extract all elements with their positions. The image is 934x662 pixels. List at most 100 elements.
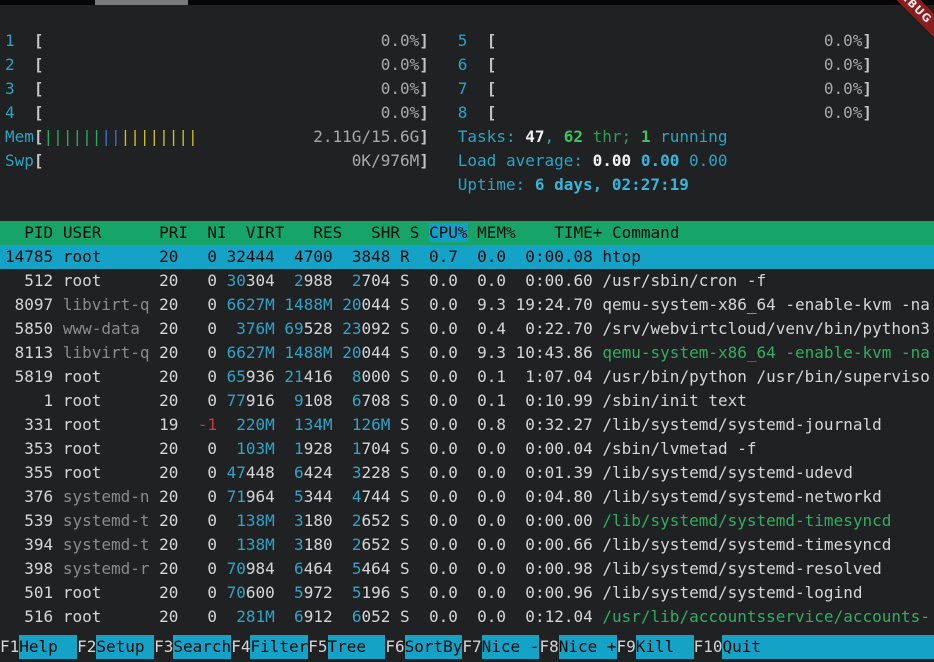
footer-action-kill[interactable]: F9Kill (617, 635, 694, 659)
column-header-cpu[interactable]: CPU% (429, 223, 468, 242)
footer-action-help[interactable]: F1Help (0, 635, 77, 659)
cpu-percent-cell: 0.0 (419, 583, 458, 602)
column-header-command[interactable]: Command (612, 223, 679, 242)
tasks-stat-2: , (544, 127, 563, 146)
footer-key-f7: F7 (462, 635, 481, 659)
command-cell: /sbin/init text (602, 391, 747, 410)
command-cell: htop (602, 247, 641, 266)
load-average-stat-3: 0.00 (689, 151, 728, 170)
command-cell: /sbin/lvmetad -f (602, 439, 756, 458)
mem-percent-cell: 0.0 (468, 511, 507, 530)
swp-meter-open-bracket: [ (34, 151, 44, 170)
cpu-percent-cell: 0.0 (419, 439, 458, 458)
column-header-pid[interactable]: PID (5, 223, 53, 242)
command-cell: /lib/systemd/systemd-timesyncd (602, 511, 891, 530)
user-cell: systemd-n (63, 487, 150, 506)
pri-cell: 20 (150, 439, 179, 458)
pri-cell: 20 (150, 343, 179, 362)
mem-percent-cell: 9.3 (468, 295, 507, 314)
process-row-516[interactable]: 516 root 20 0 281M 6912 6052 S 0.0 0.0 0… (0, 605, 934, 629)
footer-action-filter[interactable]: F4Filter (231, 635, 308, 659)
process-row-398[interactable]: 398 systemd-r 20 0 70984 6464 5464 S 0.0… (0, 557, 934, 581)
state-cell: S (400, 391, 410, 410)
pri-cell: 20 (150, 559, 179, 578)
process-row-8113[interactable]: 8113 libvirt-q 20 0 6627M 1488M 20044 S … (0, 341, 934, 365)
ni-cell: -1 (188, 415, 217, 434)
pid-cell: 8097 (5, 295, 53, 314)
pid-cell: 1 (5, 391, 53, 410)
process-row-5850[interactable]: 5850 www-data 20 0 376M 69528 23092 S 0.… (0, 317, 934, 341)
process-row-14785[interactable]: 14785 root 20 0 32444 4700 3848 R 0.7 0.… (0, 245, 934, 269)
user-cell: systemd-t (63, 511, 150, 530)
command-cell: /lib/systemd/systemd-timesyncd (602, 535, 891, 554)
ni-cell: 0 (188, 535, 217, 554)
column-header-virt[interactable]: VIRT (236, 223, 284, 242)
cpu-meter-4-label: 4 (5, 103, 34, 122)
column-header-pri[interactable]: PRI (159, 223, 188, 242)
process-row-5819[interactable]: 5819 root 20 0 65936 21416 8000 S 0.0 0.… (0, 365, 934, 389)
footer-action-nice[interactable]: F8Nice + (539, 635, 616, 659)
state-cell: S (400, 535, 410, 554)
swp-meter-value: 0K/976M (352, 151, 419, 170)
process-row-8097[interactable]: 8097 libvirt-q 20 0 6627M 1488M 20044 S … (0, 293, 934, 317)
column-header-s[interactable]: S (410, 223, 420, 242)
time-cell: 0:01.39 (516, 463, 593, 482)
process-row-512[interactable]: 512 root 20 0 30304 2988 2704 S 0.0 0.0 … (0, 269, 934, 293)
pid-cell: 5850 (5, 319, 53, 338)
uptime-stat-1: 6 days, 02:27:19 (535, 175, 689, 194)
user-cell: systemd-t (63, 535, 150, 554)
column-header-res[interactable]: RES (294, 223, 342, 242)
cpu-percent-cell: 0.0 (419, 391, 458, 410)
pri-cell: 20 (150, 583, 179, 602)
footer-label-quit: Quit (722, 635, 934, 659)
footer-action-tree[interactable]: F5Tree (308, 635, 385, 659)
command-cell: /usr/sbin/cron -f (602, 271, 766, 290)
footer-action-nice[interactable]: F7Nice - (462, 635, 539, 659)
process-row-376[interactable]: 376 systemd-n 20 0 71964 5344 4744 S 0.0… (0, 485, 934, 509)
cpu-meter-6-label: 6 (458, 55, 487, 74)
ni-cell: 0 (188, 319, 217, 338)
column-header-mem[interactable]: MEM% (477, 223, 516, 242)
mem-percent-cell: 0.8 (468, 415, 507, 434)
process-row-331[interactable]: 331 root 19 -1 220M 134M 126M S 0.0 0.8 … (0, 413, 934, 437)
pid-cell: 355 (5, 463, 53, 482)
footer-key-f1: F1 (0, 635, 19, 659)
footer-action-sortby[interactable]: F6SortBy (385, 635, 462, 659)
column-header-user[interactable]: USER (63, 223, 150, 242)
time-cell: 0:12.04 (516, 607, 593, 626)
process-row-353[interactable]: 353 root 20 0 103M 1928 1704 S 0.0 0.0 0… (0, 437, 934, 461)
mem-meter-bar-yellow: |||||||| (121, 127, 198, 146)
cpu-percent-cell: 0.0 (419, 319, 458, 338)
pid-cell: 539 (5, 511, 53, 530)
htop-terminal-screen: DEBUG 1 [ 0.0%] 5 [ 0.0%]2 [ 0.0%] 6 [ 0… (0, 0, 934, 662)
time-cell: 19:24.70 (516, 295, 593, 314)
process-row-355[interactable]: 355 root 20 0 47448 6424 3228 S 0.0 0.0 … (0, 461, 934, 485)
ni-cell: 0 (188, 271, 217, 290)
command-cell: /usr/bin/python /usr/bin/superviso (602, 367, 930, 386)
ni-cell: 0 (188, 343, 217, 362)
ni-cell: 0 (188, 463, 217, 482)
footer-action-quit[interactable]: F10Quit (694, 635, 934, 659)
column-header-ni[interactable]: NI (198, 223, 227, 242)
tasks-stat-4: thr; (583, 127, 641, 146)
pid-cell: 353 (5, 439, 53, 458)
process-row-501[interactable]: 501 root 20 0 70600 5972 5196 S 0.0 0.0 … (0, 581, 934, 605)
process-row-539[interactable]: 539 systemd-t 20 0 138M 3180 2652 S 0.0 … (0, 509, 934, 533)
mem-percent-cell: 0.0 (468, 463, 507, 482)
tasks-stat-6: running (650, 127, 727, 146)
column-header-shr[interactable]: SHR (352, 223, 400, 242)
state-cell: S (400, 463, 410, 482)
footer-action-search[interactable]: F3Search (154, 635, 231, 659)
pri-cell: 20 (150, 367, 179, 386)
command-cell: /lib/systemd/systemd-udevd (602, 463, 852, 482)
cpu-meter-4-open-bracket: [ (34, 103, 44, 122)
pid-cell: 8113 (5, 343, 53, 362)
cpu-meter-3-close-bracket: ] (419, 79, 429, 98)
process-row-1[interactable]: 1 root 20 0 77916 9108 6708 S 0.0 0.1 0:… (0, 389, 934, 413)
footer-label-sortby: SortBy (405, 635, 463, 659)
column-header-time+[interactable]: TIME+ (525, 223, 602, 242)
pri-cell: 20 (150, 319, 179, 338)
process-row-394[interactable]: 394 systemd-t 20 0 138M 3180 2652 S 0.0 … (0, 533, 934, 557)
footer-action-setup[interactable]: F2Setup (77, 635, 154, 659)
uptime-row: Uptime: 6 days, 02:27:19 (0, 173, 934, 197)
